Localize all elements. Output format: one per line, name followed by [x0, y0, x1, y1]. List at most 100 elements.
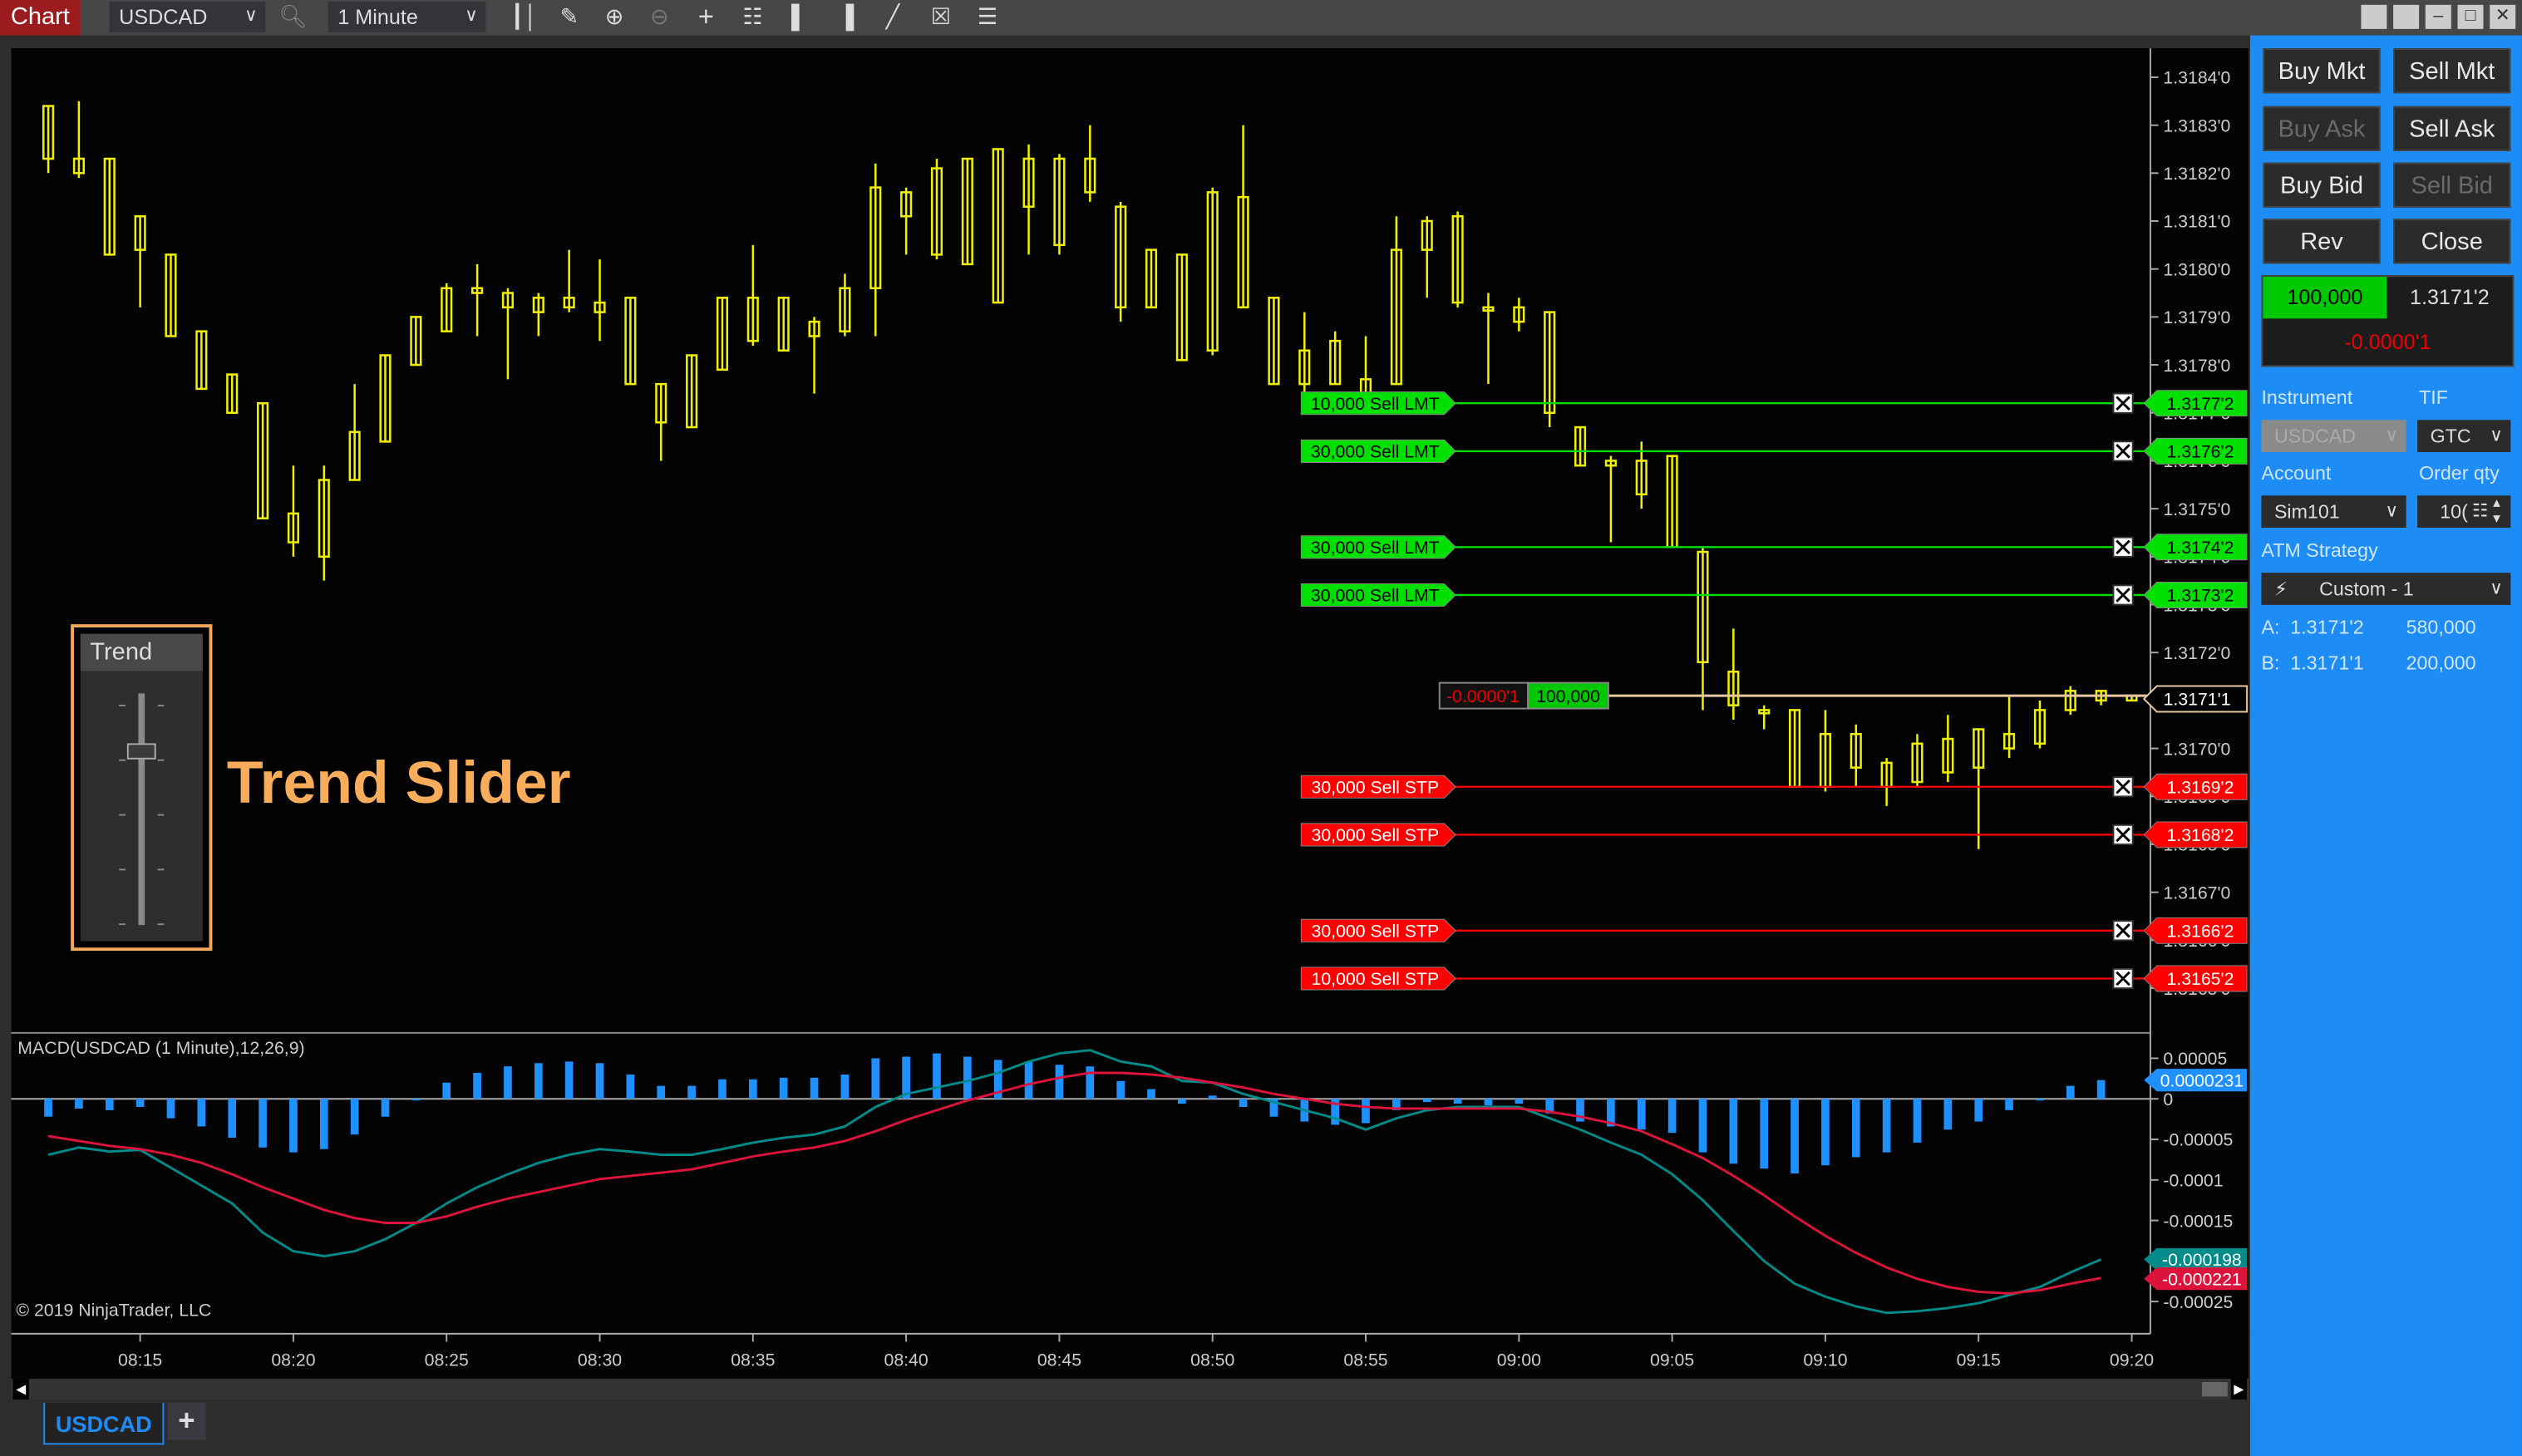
- histogram-bar: [1913, 1099, 1922, 1143]
- properties-icon[interactable]: ☷: [736, 2, 769, 32]
- account-select[interactable]: Sim101 ∨: [2261, 495, 2406, 528]
- time-tick-label: 09:05: [1650, 1350, 1694, 1370]
- position-qty: 100,000: [1536, 686, 1600, 706]
- close-position-button[interactable]: Close: [2393, 219, 2511, 264]
- chart-canvas[interactable]: 1.3184'0 1.3183'0 1.3182'0 1.3181'0 1.3180'0…: [0, 0, 2250, 1399]
- zoom-in-icon[interactable]: ⊕: [598, 2, 631, 32]
- atm-strategy-select[interactable]: ⚡︎ Custom - 1 ∨: [2261, 573, 2511, 605]
- order-label[interactable]: 30,000 Sell LMT: [1311, 538, 1440, 558]
- add-tab-button[interactable]: +: [167, 1403, 206, 1440]
- histogram-bar: [1086, 1066, 1095, 1099]
- chevron-down-icon: ∨: [2385, 426, 2398, 446]
- lightning-icon: ⚡︎: [2273, 577, 2288, 601]
- slider-tick-mark: [157, 814, 165, 816]
- maximize-icon[interactable]: □: [2457, 4, 2484, 29]
- order-label[interactable]: 30,000 Sell STP: [1312, 777, 1440, 797]
- order-label[interactable]: 10,000 Sell STP: [1312, 969, 1440, 989]
- scroll-left-icon[interactable]: ◀: [12, 1379, 29, 1400]
- histogram-bar: [473, 1072, 481, 1099]
- scroll-right-icon[interactable]: ▶: [2230, 1379, 2248, 1400]
- order-label[interactable]: 30,000 Sell LMT: [1311, 442, 1440, 462]
- histogram-bar: [289, 1099, 298, 1153]
- histogram-bar: [748, 1079, 757, 1099]
- calculator-icon[interactable]: ☷: [2472, 495, 2488, 528]
- trend-slider-widget: Trend: [71, 624, 213, 952]
- histogram-bar: [810, 1077, 819, 1099]
- trend-slider-thumb[interactable]: [126, 743, 156, 760]
- qty-stepper-icon[interactable]: ▴ ▾: [2493, 494, 2500, 526]
- search-icon[interactable]: 🔍︎: [277, 2, 309, 32]
- trend-slider-track[interactable]: [138, 693, 145, 926]
- always-on-top-icon[interactable]: [2393, 4, 2420, 29]
- histogram-bar: [1116, 1080, 1125, 1099]
- macd-title: MACD(USDCAD (1 Minute),12,26,9): [17, 1039, 305, 1059]
- order-label[interactable]: 10,000 Sell LMT: [1311, 394, 1440, 414]
- sell-market-button[interactable]: Sell Mkt: [2393, 48, 2511, 94]
- reverse-button[interactable]: Rev: [2263, 219, 2381, 264]
- close-icon[interactable]: ✕: [2490, 4, 2516, 29]
- time-tick-label: 08:55: [1343, 1350, 1387, 1370]
- histogram-bar: [933, 1053, 941, 1099]
- buy-market-button[interactable]: Buy Mkt: [2263, 48, 2381, 94]
- sell-ask-button[interactable]: Sell Ask: [2393, 106, 2511, 151]
- order-label[interactable]: 30,000 Sell STP: [1312, 922, 1440, 942]
- slider-tick-mark: [157, 923, 165, 926]
- histogram-bar: [2096, 1080, 2106, 1099]
- drawing-tool-icon[interactable]: ✎: [554, 2, 586, 32]
- price-tick-label: 1.3170'0: [2163, 739, 2230, 759]
- signal-value-label: -0.000221: [2162, 1269, 2242, 1289]
- time-tick-label: 08:20: [271, 1350, 315, 1370]
- toolbar: Chart USDCAD ∨ 🔍︎ 1 Minute ∨ ┃│ ✎ ⊕ ⊖ + …: [0, 0, 2522, 36]
- chart-menu-button[interactable]: Chart: [0, 0, 81, 36]
- ask-size: 580,000: [2406, 616, 2476, 639]
- slider-tick-mark: [157, 704, 165, 706]
- scroll-thumb[interactable]: [2201, 1381, 2228, 1397]
- histogram-bar: [442, 1082, 451, 1099]
- histogram-bar: [1239, 1099, 1248, 1107]
- slider-tick-mark: [157, 868, 165, 871]
- buy-bid-button[interactable]: Buy Bid: [2263, 162, 2381, 208]
- histogram-bar: [534, 1063, 543, 1099]
- tab-usdcad[interactable]: USDCAD: [43, 1403, 165, 1445]
- trade-panel-icon[interactable]: ▌: [783, 2, 815, 32]
- price-tick-label: 1.3175'0: [2163, 499, 2230, 519]
- slider-tick-mark: [119, 704, 126, 706]
- instrument-field: USDCAD ∨: [2261, 420, 2406, 452]
- instrument-selector[interactable]: USDCAD ∨: [109, 1, 266, 32]
- bars-type-icon[interactable]: ┃│: [508, 2, 540, 32]
- time-tick-label: 09:10: [1803, 1350, 1847, 1370]
- chart-trader-panel: Buy Mkt Sell Mkt Buy Ask Sell Ask Buy Bi…: [2249, 35, 2522, 1456]
- strategies-icon[interactable]: ╱: [877, 2, 909, 32]
- order-label[interactable]: 30,000 Sell STP: [1312, 825, 1440, 845]
- copyright: © 2019 NinjaTrader, LLC: [16, 1301, 212, 1321]
- crosshair-icon[interactable]: +: [690, 2, 722, 32]
- histogram-bar: [44, 1099, 52, 1117]
- time-axis-bg: [11, 1335, 2249, 1380]
- indicator-list-icon[interactable]: ☰: [972, 2, 1004, 32]
- price-tick-label: 1.3180'0: [2163, 259, 2230, 279]
- sell-bid-button[interactable]: Sell Bid: [2393, 162, 2511, 208]
- histogram-bar: [1024, 1061, 1033, 1099]
- interval-selector[interactable]: 1 Minute ∨: [328, 1, 486, 32]
- minimize-icon[interactable]: –: [2425, 4, 2451, 29]
- buy-ask-button[interactable]: Buy Ask: [2263, 106, 2381, 151]
- data-box-icon[interactable]: ▐: [830, 2, 862, 32]
- macd-tick-label: -0.00025: [2163, 1292, 2233, 1312]
- horizontal-scrollbar[interactable]: ◀ ▶: [11, 1379, 2249, 1400]
- order-qty-input[interactable]: 10( ☷ ▴ ▾: [2417, 494, 2511, 528]
- bid-label: B:: [2261, 652, 2280, 675]
- zoom-out-icon[interactable]: ⊖: [643, 2, 676, 32]
- tif-select[interactable]: GTC ∨: [2417, 420, 2511, 452]
- histogram-bar: [1943, 1099, 1953, 1130]
- histogram-bar: [75, 1099, 83, 1109]
- histogram-bar: [228, 1099, 237, 1139]
- templates-icon[interactable]: ☒: [925, 2, 958, 32]
- histogram-bar: [135, 1099, 145, 1107]
- tile-icon[interactable]: [2361, 4, 2387, 29]
- slider-tick-mark: [119, 923, 126, 926]
- atm-strategy-label: ATM Strategy: [2261, 539, 2378, 562]
- histogram-bar: [381, 1099, 390, 1117]
- macd-tick-label: 0.00005: [2163, 1049, 2227, 1069]
- histogram-bar: [1422, 1099, 1431, 1103]
- order-label[interactable]: 30,000 Sell LMT: [1311, 586, 1440, 606]
